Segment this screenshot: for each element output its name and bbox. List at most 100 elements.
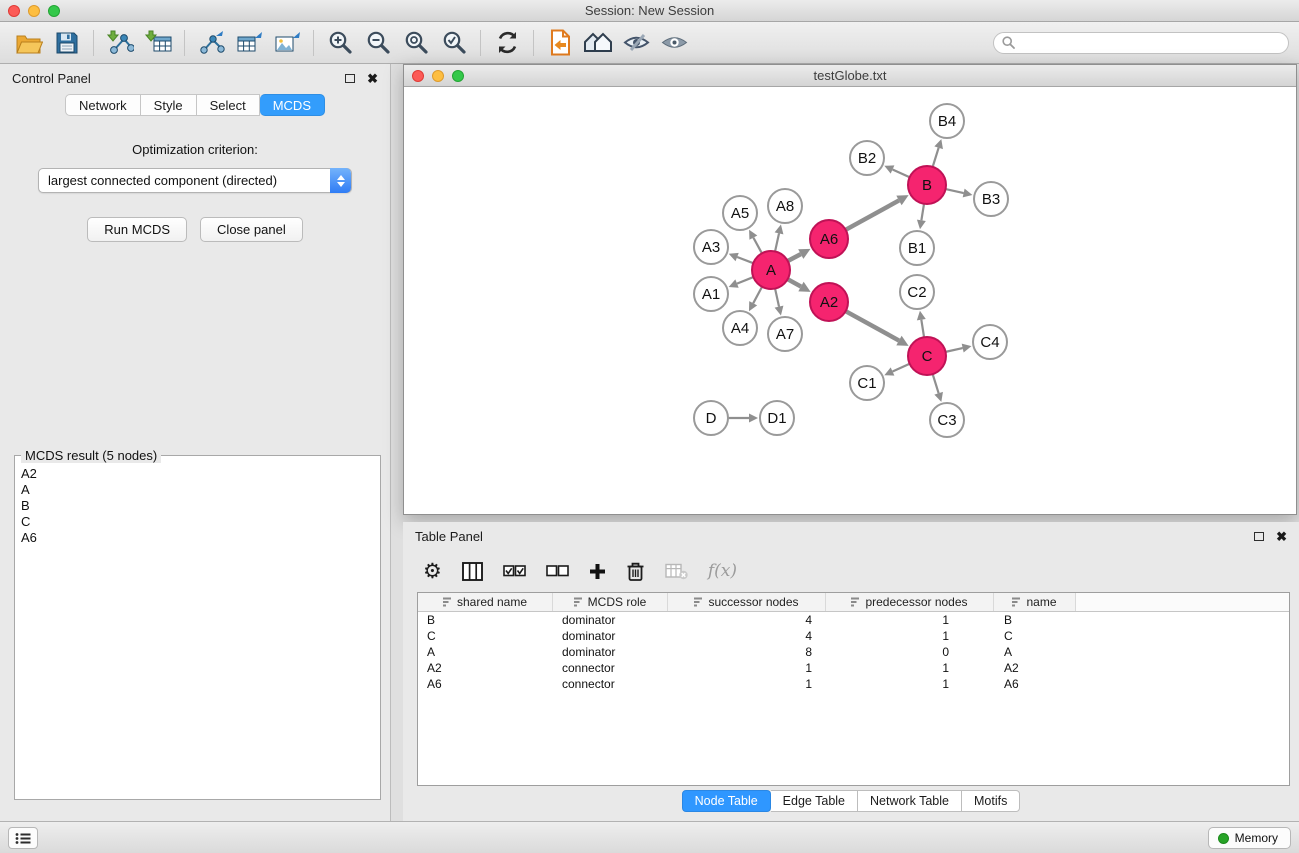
graph-edge-B-B2[interactable] [893,169,910,177]
save-session-button[interactable] [48,26,86,60]
hide-graphics-details-button[interactable] [617,26,655,60]
table-row[interactable]: A2connector11A2 [418,660,1289,676]
graph-edge-A2-C[interactable] [846,311,899,340]
add-column-button[interactable] [589,563,606,580]
graph-node-D[interactable]: D [694,401,728,435]
graph-node-C[interactable]: C [908,337,946,375]
graph-node-C4[interactable]: C4 [973,325,1007,359]
network-close-button[interactable] [412,70,424,82]
graph-node-C2[interactable]: C2 [900,275,934,309]
table-settings-button[interactable]: ⚙ [423,561,442,582]
graph-node-A1[interactable]: A1 [694,277,728,311]
close-panel-icon[interactable]: ✖ [367,72,378,85]
float-table-panel-icon[interactable] [1254,532,1264,541]
column-header-name[interactable]: name [994,593,1076,611]
export-network-button[interactable] [192,26,230,60]
graph-edge-C-C2[interactable] [921,320,924,338]
optimization-criterion-dropdown[interactable]: largest connected component (directed) [38,168,352,193]
graph-edge-A-A8[interactable] [775,233,779,251]
column-header-predecessor-nodes[interactable]: predecessor nodes [826,593,994,611]
select-all-button[interactable] [503,564,526,578]
graph-edge-C-C3[interactable] [933,374,939,393]
function-builder-button[interactable]: f(x) [708,561,737,581]
tab-network-table[interactable]: Network Table [858,790,962,812]
graph-node-C3[interactable]: C3 [930,403,964,437]
import-table-from-file-button[interactable] [139,26,177,60]
show-graphics-details-button[interactable] [655,26,693,60]
column-header-shared-name[interactable]: shared name [418,593,553,611]
zoom-out-button[interactable] [359,26,397,60]
show-columns-button[interactable] [462,562,483,581]
graph-edge-A-A5[interactable] [753,238,762,254]
tab-motifs[interactable]: Motifs [962,790,1020,812]
graph-edge-C-C4[interactable] [946,348,963,352]
graph-node-B2[interactable]: B2 [850,141,884,175]
result-item[interactable]: A [21,482,374,498]
graph-node-A4[interactable]: A4 [723,311,757,345]
network-canvas[interactable]: B4 B2 B B3 A5 A8A6 A3 B1 A C2 A1 A2 A4 A7 C4 C C1 C3 D D1 [404,87,1296,514]
graph-node-C1[interactable]: C1 [850,366,884,400]
result-item[interactable]: C [21,514,374,530]
graph-node-B3[interactable]: B3 [974,182,1008,216]
graph-node-B4[interactable]: B4 [930,104,964,138]
graph-node-D1[interactable]: D1 [760,401,794,435]
graph-edge-C-C1[interactable] [893,364,910,372]
graph-edge-A-A3[interactable] [737,257,753,263]
graph-node-A5[interactable]: A5 [723,196,757,230]
minimize-window-button[interactable] [28,5,40,17]
search-box[interactable] [993,32,1289,54]
zoom-window-button[interactable] [48,5,60,17]
graph-node-A2[interactable]: A2 [810,283,848,321]
graph-edge-B-B1[interactable] [921,204,924,221]
column-header-successor-nodes[interactable]: successor nodes [668,593,826,611]
tab-select[interactable]: Select [197,94,260,116]
graph-edge-A6-B[interactable] [846,200,899,229]
result-item[interactable]: B [21,498,374,514]
tab-edge-table[interactable]: Edge Table [771,790,858,812]
graph-node-A[interactable]: A [752,251,790,289]
search-input[interactable] [1020,36,1280,50]
open-session-file-button[interactable] [541,26,579,60]
export-image-button[interactable] [268,26,306,60]
zoom-fit-button[interactable] [397,26,435,60]
tab-mcds[interactable]: MCDS [260,94,325,116]
graph-node-B1[interactable]: B1 [900,231,934,265]
close-window-button[interactable] [8,5,20,17]
table-row[interactable]: Adominator80A [418,644,1289,660]
graph-edge-B-B4[interactable] [933,148,939,167]
graph-edge-A-A2[interactable] [788,279,801,286]
task-history-button[interactable] [8,827,38,849]
result-item[interactable]: A2 [21,466,374,482]
graph-edge-A-A4[interactable] [753,287,762,304]
graph-edge-B-B3[interactable] [946,189,964,193]
home-button[interactable] [579,26,617,60]
import-network-from-file-button[interactable] [101,26,139,60]
graph-node-A8[interactable]: A8 [768,189,802,223]
graph-node-A3[interactable]: A3 [694,230,728,264]
table-row[interactable]: A6connector11A6 [418,676,1289,692]
network-minimize-button[interactable] [432,70,444,82]
refresh-button[interactable] [488,26,526,60]
delete-column-button[interactable] [626,561,645,582]
graph-edge-A-A7[interactable] [775,289,779,307]
tab-style[interactable]: Style [141,94,197,116]
table-row[interactable]: Bdominator41B [418,612,1289,628]
network-zoom-button[interactable] [452,70,464,82]
tab-network[interactable]: Network [65,94,141,116]
result-item[interactable]: A6 [21,530,374,546]
graph-node-A7[interactable]: A7 [768,317,802,351]
graph-edge-A-A6[interactable] [788,254,801,261]
table-row[interactable]: Cdominator41C [418,628,1289,644]
deselect-all-button[interactable] [546,564,569,578]
close-panel-button[interactable]: Close panel [200,217,303,242]
export-table-button[interactable] [230,26,268,60]
close-table-panel-icon[interactable]: ✖ [1276,530,1287,543]
float-panel-icon[interactable] [345,74,355,83]
graph-node-A6[interactable]: A6 [810,220,848,258]
run-mcds-button[interactable]: Run MCDS [87,217,187,242]
graph-node-B[interactable]: B [908,166,946,204]
graph-edge-A-A1[interactable] [737,277,753,284]
column-header-MCDS-role[interactable]: MCDS role [553,593,668,611]
zoom-in-button[interactable] [321,26,359,60]
tab-node-table[interactable]: Node Table [682,790,771,812]
